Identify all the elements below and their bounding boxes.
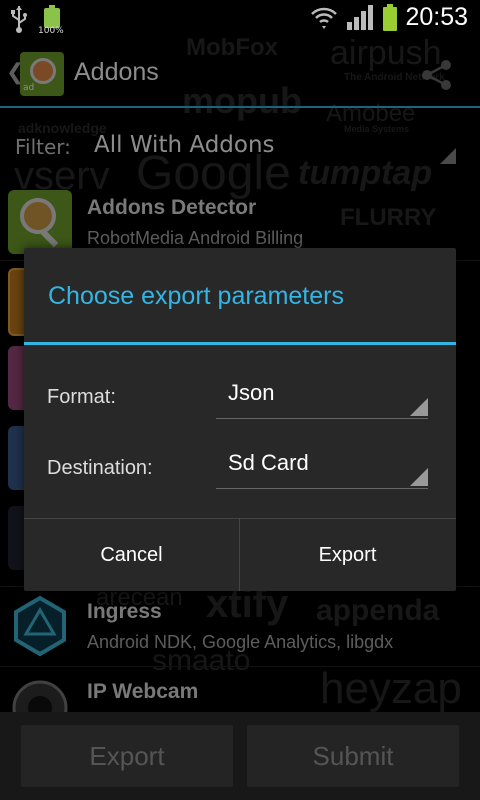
usb-icon <box>11 6 27 33</box>
format-label: Format: <box>47 386 116 408</box>
battery-icon <box>381 2 399 32</box>
bottom-submit-button[interactable]: Submit <box>247 725 459 787</box>
cancel-button[interactable]: Cancel <box>24 519 239 591</box>
format-spinner[interactable]: Json <box>216 374 428 419</box>
destination-value: Sd Card <box>228 450 309 475</box>
dialog-title: Choose export parameters <box>48 282 344 310</box>
destination-label: Destination: <box>47 457 153 479</box>
format-value: Json <box>228 380 275 405</box>
status-time: 20:53 <box>405 2 468 31</box>
bottom-export-button[interactable]: Export <box>21 725 233 787</box>
battery-percent: 100% <box>38 26 64 36</box>
dialog-title-divider <box>24 342 456 345</box>
destination-spinner[interactable]: Sd Card <box>216 444 428 489</box>
bottom-button-bar: Export Submit <box>0 712 480 800</box>
export-dialog: Choose export parameters Format: Json De… <box>24 248 456 591</box>
wifi-icon <box>311 7 338 29</box>
dropdown-arrow-icon <box>410 398 428 416</box>
dropdown-arrow-icon <box>410 468 428 486</box>
battery-full-icon: 100% <box>38 4 64 36</box>
signal-icon <box>347 5 374 30</box>
export-button[interactable]: Export <box>240 519 455 591</box>
status-bar: 100% 20:53 <box>0 0 480 38</box>
